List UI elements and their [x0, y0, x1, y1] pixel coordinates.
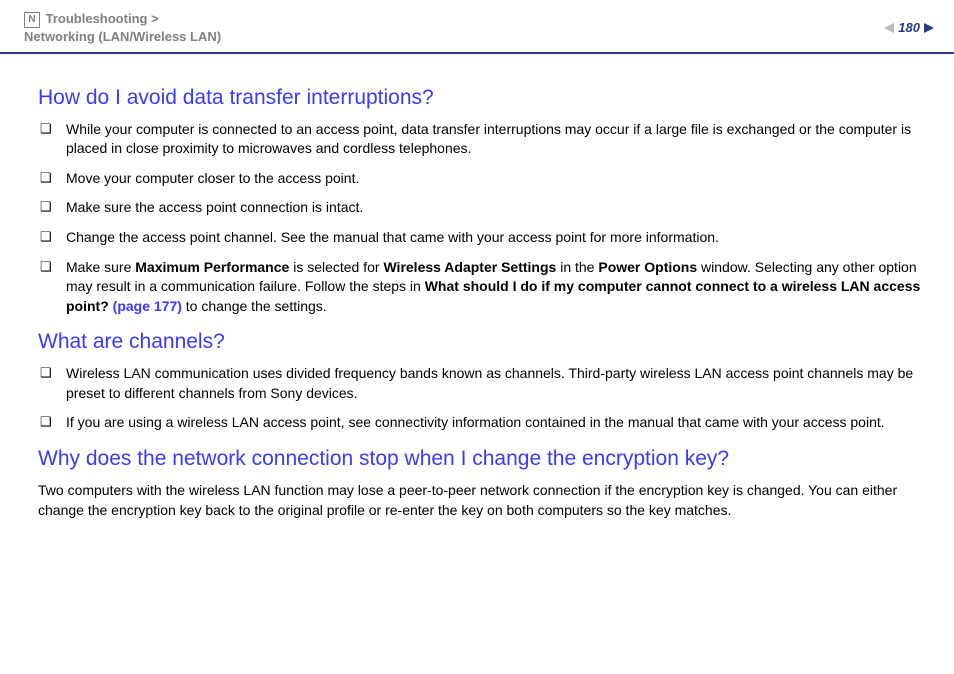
page-nav: 180 [884, 20, 934, 35]
breadcrumb: N Troubleshooting > Networking (LAN/Wire… [24, 10, 221, 46]
section-heading: What are channels? [38, 330, 924, 354]
breadcrumb-line1: Troubleshooting > [46, 11, 159, 26]
list-item: Move your computer closer to the access … [38, 169, 924, 189]
paragraph: Two computers with the wireless LAN func… [38, 481, 924, 520]
n-box-icon: N [24, 12, 40, 28]
list-item: Make sure Maximum Performance is selecte… [38, 258, 924, 317]
section-heading: Why does the network connection stop whe… [38, 447, 924, 471]
list-item: If you are using a wireless LAN access p… [38, 413, 924, 433]
breadcrumb-line2: Networking (LAN/Wireless LAN) [24, 29, 221, 44]
page-link-177[interactable]: (page 177) [113, 298, 182, 314]
page-number: 180 [898, 20, 920, 35]
list-item: Wireless LAN communication uses divided … [38, 364, 924, 403]
page-content: How do I avoid data transfer interruptio… [0, 54, 954, 551]
list-item: While your computer is connected to an a… [38, 120, 924, 159]
bullet-list: While your computer is connected to an a… [38, 120, 924, 317]
list-item: Make sure the access point connection is… [38, 198, 924, 218]
next-page-icon[interactable] [924, 23, 934, 33]
prev-page-icon[interactable] [884, 23, 894, 33]
page-header: N Troubleshooting > Networking (LAN/Wire… [0, 0, 954, 54]
section-heading: How do I avoid data transfer interruptio… [38, 86, 924, 110]
list-item: Change the access point channel. See the… [38, 228, 924, 248]
bullet-list: Wireless LAN communication uses divided … [38, 364, 924, 433]
